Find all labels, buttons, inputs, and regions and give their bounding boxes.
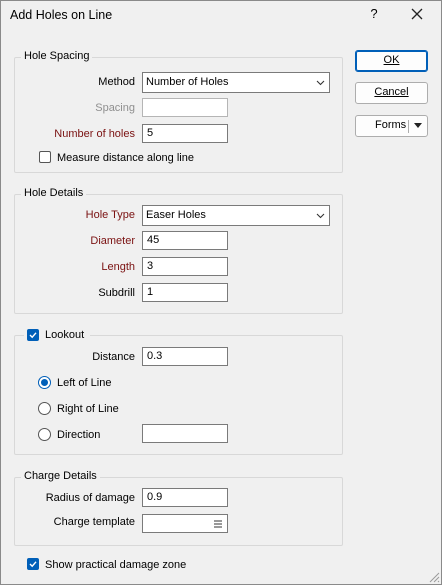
window-title: Add Holes on Line [10, 8, 113, 22]
direction-label: Direction [57, 429, 101, 441]
right-of-line-radio[interactable] [38, 402, 51, 415]
left-of-line-label: Left of Line [57, 377, 112, 389]
subdrill-label: Subdrill [98, 287, 135, 299]
distance-input[interactable]: 0.3 [142, 347, 228, 366]
chevron-down-icon [316, 80, 325, 86]
right-of-line-label: Right of Line [57, 403, 119, 415]
measure-distance-label: Measure distance along line [57, 152, 194, 164]
close-icon[interactable] [409, 6, 425, 22]
direction-input[interactable] [142, 424, 228, 443]
method-value: Number of Holes [146, 76, 229, 88]
hole-type-value: Easer Holes [146, 209, 206, 221]
charge-template-label: Charge template [53, 516, 135, 528]
length-label: Length [101, 261, 135, 273]
spacing-label: Spacing [95, 102, 135, 114]
measure-distance-checkbox[interactable] [39, 151, 51, 163]
spacing-input[interactable] [142, 98, 228, 117]
dropdown-arrow-icon[interactable] [414, 123, 422, 129]
chevron-down-icon [316, 213, 325, 219]
length-input[interactable]: 3 [142, 257, 228, 276]
hole-details-legend: Hole Details [21, 187, 87, 199]
ok-button[interactable]: OK [355, 50, 428, 72]
cancel-button[interactable]: Cancel [355, 82, 428, 104]
direction-radio[interactable] [38, 428, 51, 441]
method-select[interactable]: Number of Holes [142, 72, 330, 93]
checkmark-icon [29, 561, 37, 568]
left-of-line-radio[interactable] [38, 376, 51, 389]
help-icon[interactable]: ? [367, 6, 381, 21]
forms-button[interactable]: Forms [355, 115, 428, 137]
diameter-input[interactable]: 45 [142, 231, 228, 250]
hole-type-select[interactable]: Easer Holes [142, 205, 330, 226]
subdrill-input[interactable]: 1 [142, 283, 228, 302]
distance-label: Distance [92, 351, 135, 363]
forms-divider [408, 120, 409, 133]
radius-of-damage-label: Radius of damage [45, 492, 135, 504]
checkmark-icon [29, 332, 37, 339]
number-of-holes-label: Number of holes [54, 128, 135, 140]
charge-template-input[interactable] [142, 514, 228, 533]
show-damage-zone-checkbox[interactable] [27, 558, 39, 570]
lookout-label: Lookout [45, 329, 85, 341]
number-of-holes-input[interactable]: 5 [142, 124, 228, 143]
charge-details-legend: Charge Details [21, 470, 100, 482]
hole-spacing-legend: Hole Spacing [21, 50, 93, 62]
forms-label: Forms [375, 119, 407, 131]
hole-type-label: Hole Type [85, 209, 135, 221]
list-browse-icon[interactable] [214, 520, 222, 528]
show-damage-zone-label: Show practical damage zone [45, 559, 187, 571]
diameter-label: Diameter [90, 235, 135, 247]
method-label: Method [98, 76, 135, 88]
radius-of-damage-input[interactable]: 0.9 [142, 488, 228, 507]
resize-grip-icon[interactable] [428, 571, 440, 583]
lookout-checkbox[interactable] [27, 329, 39, 341]
